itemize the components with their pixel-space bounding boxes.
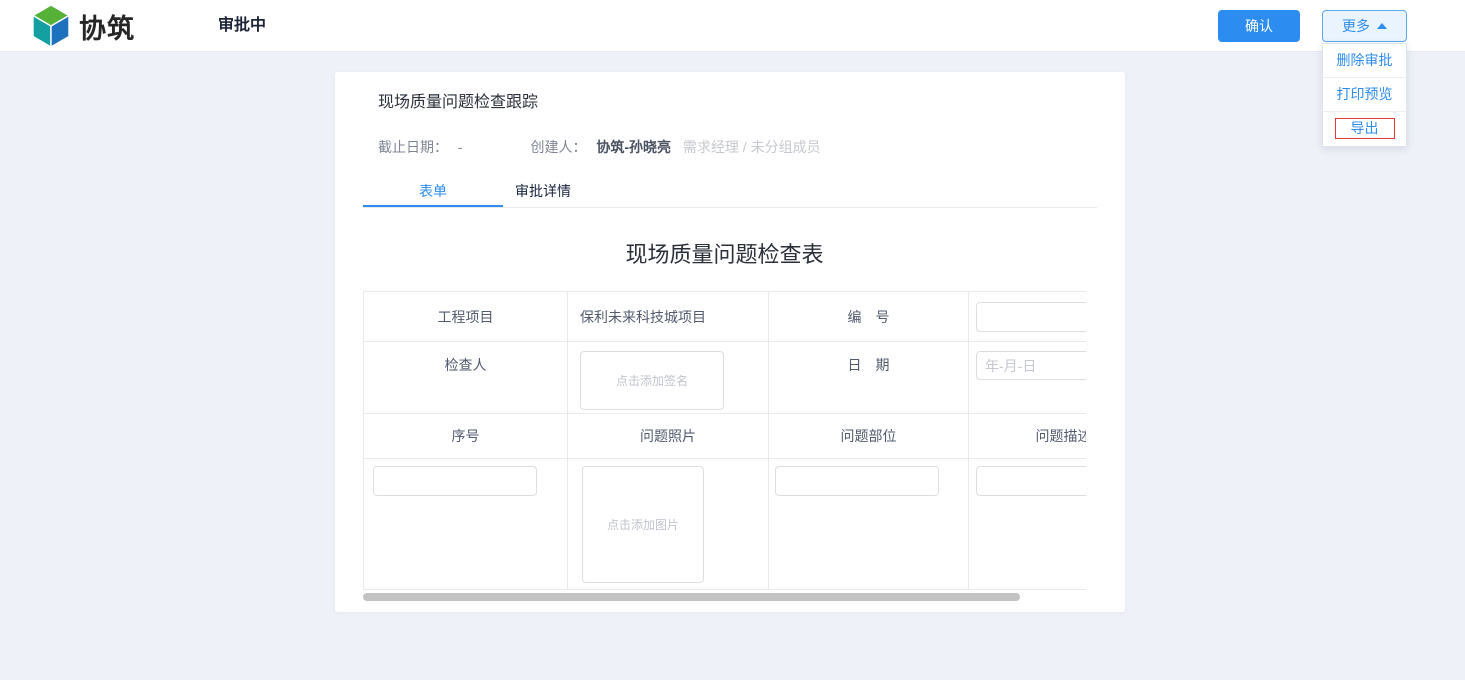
- col-location-header: 问题部位: [769, 414, 969, 459]
- tab-approval-details[interactable]: 审批详情: [503, 179, 583, 207]
- more-button[interactable]: 更多: [1322, 10, 1407, 42]
- caret-up-icon: [1377, 23, 1387, 29]
- approval-card: 现场质量问题检查跟踪 截止日期： - 创建人： 协筑-孙晓亮 需求经理 / 未分…: [335, 72, 1125, 612]
- inspection-table: 工程项目 保利未来科技城项目 编 号 检查人 点击添加签名 日 期 序号 问题照…: [363, 291, 1086, 590]
- project-label: 工程项目: [364, 292, 568, 342]
- number-input[interactable]: [976, 302, 1086, 332]
- form-table-viewport: 工程项目 保利未来科技城项目 编 号 检查人 点击添加签名 日 期 序号 问题照…: [363, 291, 1086, 590]
- table-row: 检查人 点击添加签名 日 期: [364, 342, 1087, 414]
- more-button-label: 更多: [1342, 16, 1370, 36]
- page-title: 审批中: [218, 0, 266, 52]
- creator-role: 需求经理 / 未分组成员: [683, 139, 821, 155]
- logo-text: 协筑: [79, 7, 135, 46]
- menu-item-export[interactable]: 导出: [1323, 112, 1406, 146]
- form-title: 现场质量问题检查表: [363, 240, 1086, 270]
- location-input[interactable]: [775, 466, 939, 496]
- col-serial-header: 序号: [364, 414, 568, 459]
- tab-form[interactable]: 表单: [363, 179, 503, 207]
- menu-item-delete-approval[interactable]: 删除审批: [1323, 44, 1406, 78]
- meta-row: 截止日期： - 创建人： 协筑-孙晓亮 需求经理 / 未分组成员: [378, 139, 1125, 155]
- creator-label: 创建人：: [530, 139, 586, 155]
- project-value: 保利未来科技城项目: [568, 292, 769, 342]
- more-dropdown-menu: 删除审批 打印预览 导出: [1322, 43, 1407, 147]
- scrollbar-thumb[interactable]: [363, 593, 1020, 601]
- deadline-label: 截止日期：: [378, 139, 448, 155]
- menu-item-print-preview[interactable]: 打印预览: [1323, 78, 1406, 112]
- table-header-row: 序号 问题照片 问题部位 问题描述: [364, 414, 1087, 459]
- col-description-header: 问题描述: [969, 414, 1087, 459]
- export-highlight-box: 导出: [1335, 118, 1395, 139]
- deadline-value: -: [458, 139, 463, 155]
- col-photo-header: 问题照片: [568, 414, 769, 459]
- topbar: 协筑 审批中 确认 更多: [0, 0, 1465, 52]
- table-row: 点击添加图片: [364, 459, 1087, 590]
- serial-input[interactable]: [373, 466, 537, 496]
- logo[interactable]: 协筑: [30, 5, 135, 47]
- date-input[interactable]: [976, 351, 1086, 380]
- table-row: 工程项目 保利未来科技城项目 编 号: [364, 292, 1087, 342]
- approval-title: 现场质量问题检查跟踪: [378, 94, 1125, 112]
- logo-cube-icon: [30, 4, 72, 48]
- description-input[interactable]: [976, 466, 1086, 496]
- add-signature-box[interactable]: 点击添加签名: [580, 351, 724, 410]
- tabs: 表单 审批详情: [363, 179, 1097, 208]
- add-photo-box[interactable]: 点击添加图片: [582, 466, 704, 583]
- horizontal-scrollbar[interactable]: [363, 593, 1086, 601]
- date-label: 日 期: [769, 342, 969, 414]
- number-label: 编 号: [769, 292, 969, 342]
- inspector-label: 检查人: [364, 342, 568, 414]
- confirm-button[interactable]: 确认: [1218, 10, 1300, 42]
- creator-name: 协筑-孙晓亮: [596, 139, 671, 155]
